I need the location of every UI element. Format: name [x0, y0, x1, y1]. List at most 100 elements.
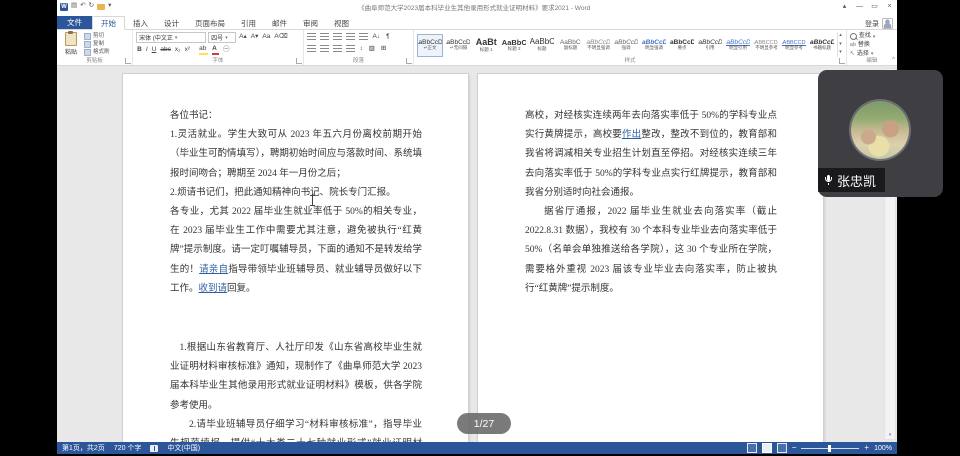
doc-text[interactable]: 据省厅通报，2022 届毕业生就业去向落实率（截止 2022.8.31 数据），…: [525, 207, 777, 294]
minimize-icon[interactable]: —: [852, 0, 867, 13]
language-status[interactable]: 中文(中国): [167, 443, 200, 453]
tab-file[interactable]: 文件: [57, 16, 92, 30]
multilevel-list-icon[interactable]: [333, 33, 342, 41]
style-chip-明显引用[interactable]: AaBbCcDd明显引用: [725, 34, 751, 57]
tab-design[interactable]: 设计: [156, 17, 187, 30]
format-painter-button[interactable]: 格式刷: [84, 49, 110, 56]
copy-button[interactable]: 复制: [84, 41, 110, 48]
paragraph-dialog-launcher[interactable]: [406, 58, 412, 64]
style-chip-强调[interactable]: AaBbCcDd强调: [613, 34, 639, 57]
style-chip-不明显参考[interactable]: AABBCCDD不明显参考: [753, 34, 779, 57]
doc-paragraph[interactable]: 1.灵活就业。学生大致可从 2023 年五六月份离校前期开始（毕业生可酌情填写）…: [170, 126, 422, 184]
print-layout-icon[interactable]: [762, 443, 772, 453]
sign-in[interactable]: 登录: [865, 18, 897, 29]
italic-button[interactable]: I: [145, 46, 149, 55]
underlined-text[interactable]: 请亲自: [199, 265, 228, 275]
sort-icon[interactable]: A↓: [372, 33, 382, 42]
style-chip-标题 1[interactable]: AaBt标题 1: [473, 34, 499, 57]
tab-layout[interactable]: 页面布局: [187, 17, 233, 30]
doc-paragraph[interactable]: 高校，对经核实连续两年去向落实率低于 50%的学科专业点实行黄牌提示，高校要作出…: [525, 107, 777, 203]
tab-review[interactable]: 审阅: [295, 17, 326, 30]
strikethrough-button[interactable]: abc: [159, 46, 171, 55]
document-page-1[interactable]: 各位书记： 1.灵活就业。学生大致可从 2023 年五六月份离校前期开始（毕业生可…: [123, 74, 468, 442]
proofing-icon[interactable]: [150, 445, 158, 452]
doc-paragraph[interactable]: 各位书记：: [170, 107, 422, 126]
paste-button[interactable]: 粘贴: [60, 32, 82, 57]
zoom-level[interactable]: 100%: [874, 445, 892, 452]
document-page-2[interactable]: 高校，对经核实连续两年去向落实率低于 50%的学科专业点实行黄牌提示，高校要作出…: [478, 74, 823, 442]
increase-indent-icon[interactable]: [359, 33, 368, 41]
underlined-text[interactable]: 收到请: [199, 284, 228, 294]
undo-icon[interactable]: ↶: [80, 3, 85, 10]
borders-icon[interactable]: ⊞: [380, 45, 387, 54]
redo-icon[interactable]: ↻: [89, 3, 94, 10]
subscript-button[interactable]: x₂: [174, 46, 182, 55]
justify-icon[interactable]: [346, 45, 355, 53]
webcam-tile[interactable]: 张忠凯: [818, 70, 943, 197]
style-chip-不明显强调[interactable]: AaBbCcDd不明显强调: [585, 34, 611, 57]
show-marks-icon[interactable]: ¶: [385, 33, 391, 42]
save-icon[interactable]: ▤: [71, 3, 77, 10]
font-size-select[interactable]: 四号 ▾: [208, 32, 236, 43]
align-left-icon[interactable]: [307, 45, 316, 53]
zoom-slider[interactable]: [801, 448, 859, 449]
doc-text[interactable]: 回复。: [227, 284, 256, 294]
superscript-button[interactable]: x²: [184, 46, 191, 55]
replace-button[interactable]: ab替换: [850, 42, 876, 50]
styles-up-icon[interactable]: ▴: [839, 33, 842, 38]
doc-text[interactable]: 整改，整改不到位的，教育部和我省将调减相关专业招生计划直至停招。对经核实连续三年…: [525, 130, 777, 198]
styles-down-icon[interactable]: ▾: [839, 42, 842, 47]
web-layout-icon[interactable]: [777, 443, 787, 453]
enclose-character-button[interactable]: ㊀: [222, 46, 231, 55]
bullet-list-icon[interactable]: [307, 33, 316, 41]
doc-paragraph[interactable]: 1.根据山东省教育厅、人社厅印发《山东省高校毕业生就业证明材料审核标准》通知，现…: [170, 339, 422, 416]
tab-mailings[interactable]: 邮件: [264, 17, 295, 30]
style-chip-↵无间隔[interactable]: AaBbCcDd↵无间隔: [445, 34, 471, 57]
style-chip-引用[interactable]: AaBbCcDd引用: [697, 34, 723, 57]
ribbon-display-options-icon[interactable]: ▴: [837, 0, 852, 13]
style-chip-明显强调[interactable]: AaBbCcDd明显强调: [641, 34, 667, 57]
bold-button[interactable]: B: [136, 46, 143, 55]
underline-button[interactable]: U: [151, 46, 158, 55]
collapse-ribbon-icon[interactable]: ^: [892, 57, 895, 63]
grow-font-button[interactable]: A▴: [238, 33, 248, 42]
zoom-in-icon[interactable]: +: [864, 444, 869, 452]
doc-paragraph[interactable]: 2.请毕业班辅导员仔细学习“材料审核标准”，指导毕业生规范填报、提供“十大类二十…: [170, 416, 422, 442]
read-mode-icon[interactable]: [747, 443, 757, 453]
style-chip-标题[interactable]: AaBbC标题: [529, 34, 555, 57]
zoom-slider-thumb[interactable]: [828, 445, 831, 452]
word-count[interactable]: 720 个字: [114, 443, 142, 453]
tab-insert[interactable]: 插入: [125, 17, 156, 30]
underlined-text[interactable]: 作出: [622, 130, 641, 140]
doc-text[interactable]: 2.烦请书记们，把此通知精神向书记、院长专门汇报。: [170, 188, 396, 198]
close-icon[interactable]: ×: [882, 0, 897, 13]
doc-text[interactable]: 2.请毕业班辅导员仔细学习“材料审核标准”，指导毕业生规范填报、提供“十大类二十…: [170, 420, 422, 442]
align-right-icon[interactable]: [333, 45, 342, 53]
numbered-list-icon[interactable]: [320, 33, 329, 41]
scroll-down-icon[interactable]: ▾: [885, 433, 895, 438]
page-info[interactable]: 第1页，共2页: [62, 443, 105, 453]
align-center-icon[interactable]: [320, 45, 329, 53]
doc-text[interactable]: 1.根据山东省教育厅、人社厅印发《山东省高校毕业生就业证明材料审核标准》通知，现…: [170, 343, 422, 411]
style-chip-标题 2[interactable]: AaBbC标题 2: [501, 34, 527, 57]
clear-formatting-button[interactable]: A⌫: [273, 33, 289, 42]
font-name-select[interactable]: 宋体 (中文正 ▾: [136, 32, 206, 43]
doc-text[interactable]: 各位书记：: [170, 111, 218, 121]
find-button[interactable]: 查找▾: [850, 33, 876, 41]
doc-paragraph[interactable]: 据省厅通报，2022 届毕业生就业去向落实率（截止 2022.8.31 数据），…: [525, 203, 777, 299]
shrink-font-button[interactable]: A▾: [250, 33, 260, 42]
tab-view[interactable]: 视图: [326, 17, 357, 30]
clipboard-dialog-launcher[interactable]: [125, 58, 131, 64]
text-highlight-button[interactable]: ab: [198, 45, 209, 56]
style-chip-↵正文[interactable]: AaBbCcDd↵正文: [417, 34, 443, 57]
zoom-out-icon[interactable]: −: [792, 444, 797, 452]
styles-more-icon[interactable]: ▾: [839, 50, 842, 55]
style-chip-书籍标题[interactable]: AaBbCcDd书籍标题: [809, 34, 835, 57]
restore-icon[interactable]: ▭: [867, 0, 882, 13]
style-chip-要点[interactable]: AaBbCcDd要点: [669, 34, 695, 57]
tab-references[interactable]: 引用: [233, 17, 264, 30]
tab-home[interactable]: 开始: [92, 16, 125, 31]
styles-dialog-launcher[interactable]: [839, 58, 845, 64]
line-spacing-icon[interactable]: ↕: [359, 45, 364, 54]
shading-icon[interactable]: ▨: [368, 45, 376, 54]
